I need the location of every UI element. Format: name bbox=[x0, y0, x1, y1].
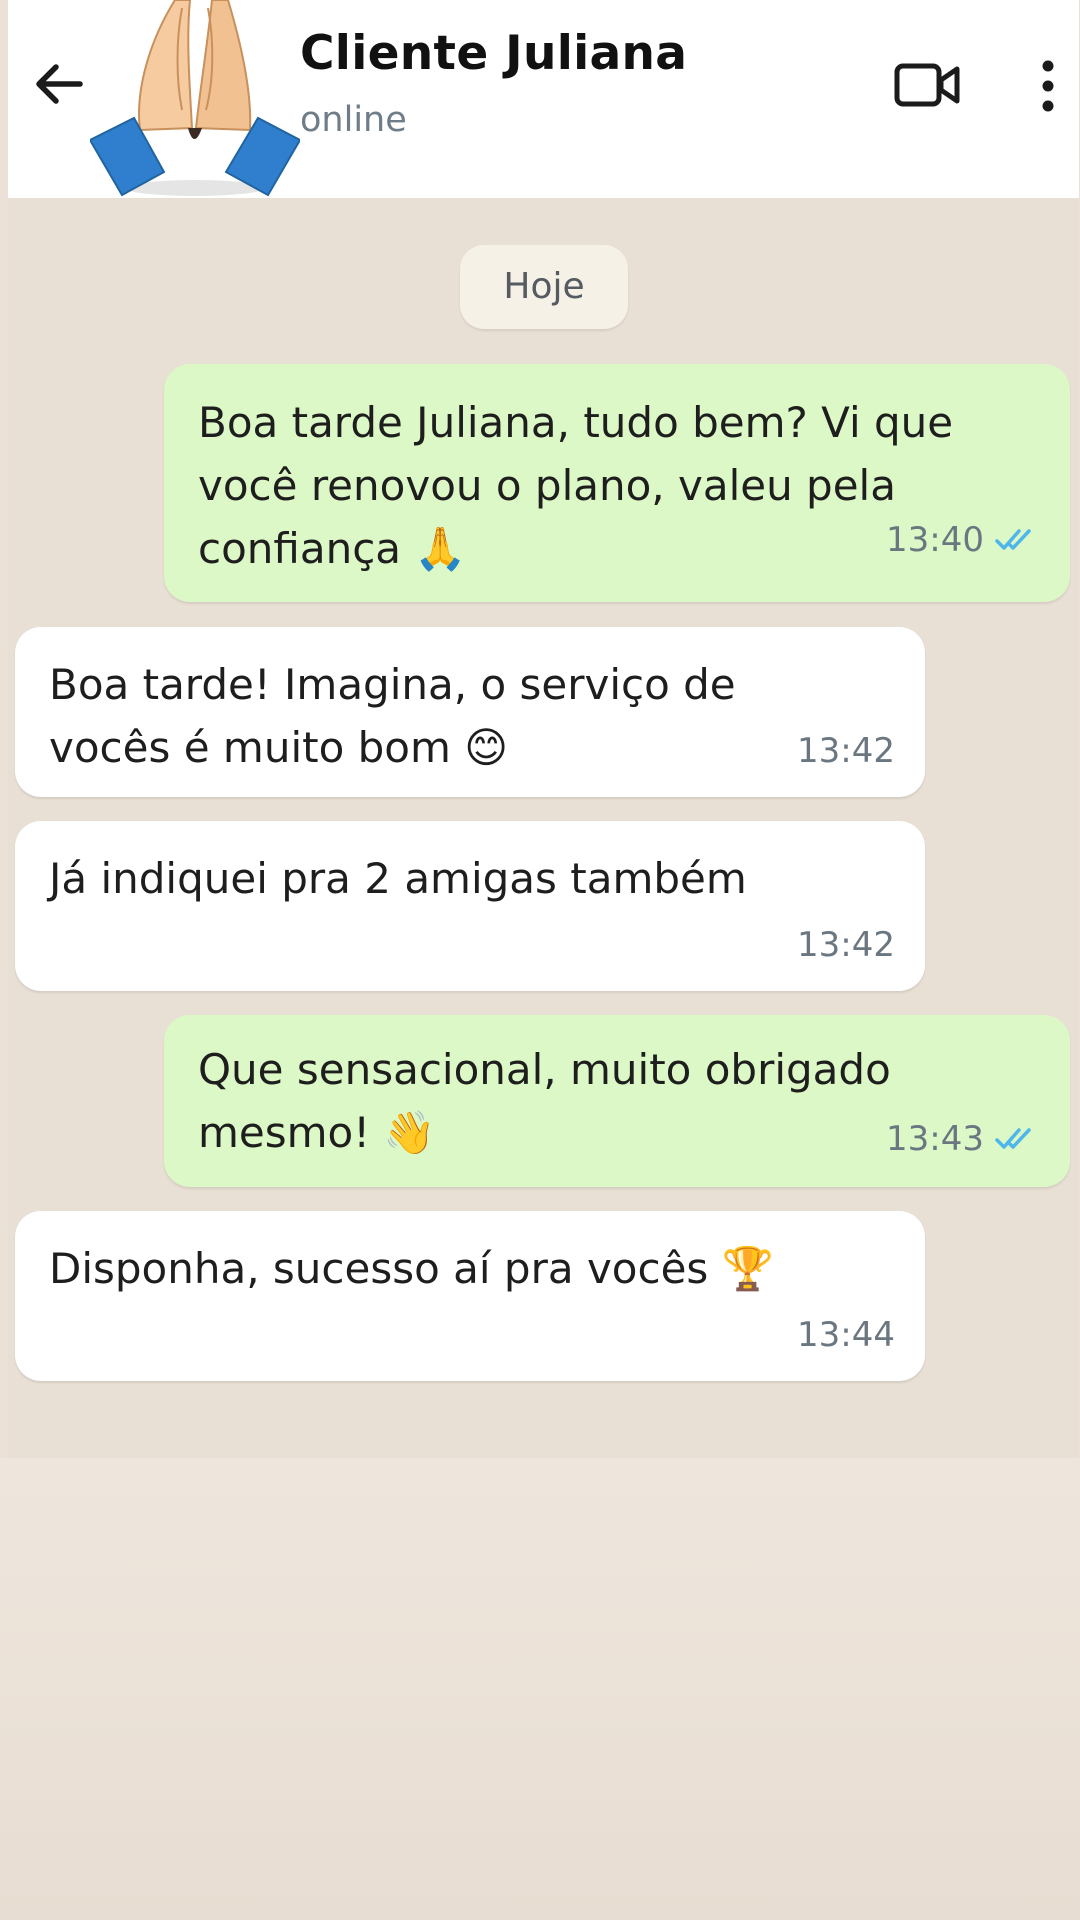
double-check-read-icon bbox=[995, 1128, 1031, 1149]
message-time: 13:43 bbox=[886, 1119, 984, 1159]
message-meta: 13:40 bbox=[886, 520, 1042, 560]
message-time: 13:42 bbox=[797, 925, 895, 965]
message-time: 13:42 bbox=[797, 731, 895, 771]
arrow-left-icon bbox=[36, 64, 83, 104]
contact-status: online bbox=[300, 100, 407, 140]
video-camera-icon bbox=[894, 63, 960, 107]
outgoing-message[interactable]: Que sensacional, muito obrigado mesmo! 👋… bbox=[164, 1015, 1070, 1187]
chat-header: Cliente Juliana online bbox=[8, 0, 1079, 198]
video-call-button[interactable] bbox=[893, 60, 963, 110]
message-text: Já indiquei pra 2 amigas também bbox=[49, 854, 747, 903]
incoming-message[interactable]: Já indiquei pra 2 amigas também 13:42 bbox=[15, 821, 925, 991]
more-vertical-icon bbox=[1042, 60, 1054, 112]
incoming-message[interactable]: Boa tarde! Imagina, o serviço de vocês é… bbox=[15, 627, 925, 797]
back-button[interactable] bbox=[30, 54, 90, 114]
message-time: 13:44 bbox=[797, 1315, 895, 1355]
more-options-button[interactable] bbox=[1033, 58, 1063, 114]
message-meta: 13:42 bbox=[797, 925, 895, 965]
message-text: Disponha, sucesso aí pra vocês 🏆 bbox=[49, 1244, 774, 1293]
message-text: Boa tarde! Imagina, o serviço de vocês é… bbox=[49, 660, 736, 772]
chat-screen: Cliente Juliana online Hoje Boa tarde Ju… bbox=[0, 0, 1080, 1920]
outgoing-message[interactable]: Boa tarde Juliana, tudo bem? Vi que você… bbox=[164, 364, 1070, 602]
message-meta: 13:44 bbox=[797, 1315, 895, 1355]
message-text: Que sensacional, muito obrigado mesmo! 👋 bbox=[198, 1045, 891, 1157]
double-check-read-icon bbox=[995, 529, 1031, 550]
folded-hands-icon bbox=[88, 0, 302, 197]
empty-background bbox=[0, 1458, 1080, 1920]
message-meta: 13:42 bbox=[797, 731, 895, 771]
incoming-message[interactable]: Disponha, sucesso aí pra vocês 🏆 13:44 bbox=[15, 1211, 925, 1381]
contact-name[interactable]: Cliente Juliana bbox=[300, 26, 687, 81]
message-text: Boa tarde Juliana, tudo bem? Vi que você… bbox=[198, 398, 954, 573]
contact-avatar[interactable] bbox=[88, 0, 302, 200]
message-time: 13:40 bbox=[886, 520, 984, 560]
message-meta: 13:43 bbox=[886, 1119, 1042, 1159]
date-chip: Hoje bbox=[460, 245, 628, 329]
